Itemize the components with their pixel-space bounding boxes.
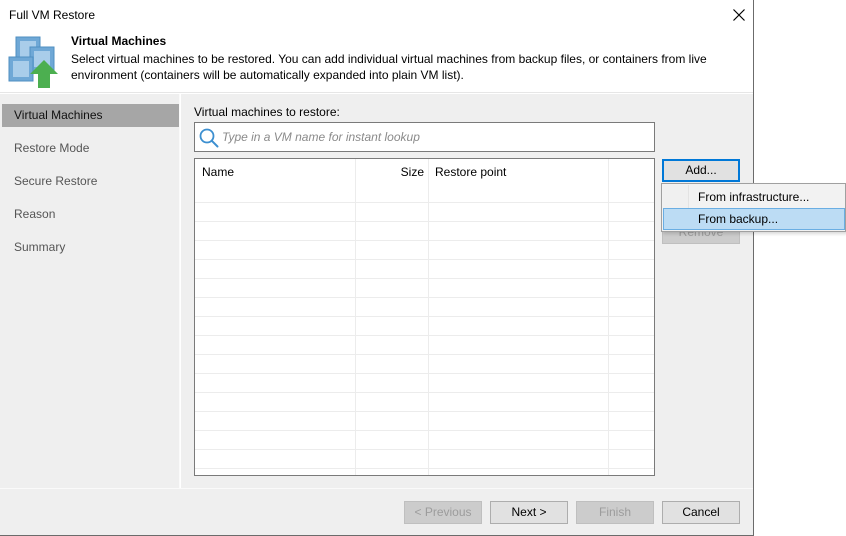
step-description: Select virtual machines to be restored. …: [71, 52, 707, 82]
menu-item-from-backup[interactable]: From backup...: [663, 208, 845, 230]
step-title: Virtual Machines: [71, 34, 167, 48]
full-vm-restore-dialog: Full VM Restore Virtual Machines Select …: [0, 0, 754, 536]
vm-table[interactable]: Name Size Restore point: [194, 158, 655, 476]
finish-button[interactable]: Finish: [576, 501, 654, 524]
vm-list-label: Virtual machines to restore:: [194, 105, 340, 119]
title-bar: Full VM Restore: [0, 0, 753, 30]
column-divider: [428, 159, 429, 475]
wizard-steps-sidebar: Virtual Machines Restore Mode Secure Res…: [0, 94, 180, 488]
table-row-line: [195, 297, 654, 298]
table-row-line: [195, 392, 654, 393]
wizard-footer: < Previous Next > Finish Cancel: [0, 488, 753, 535]
close-button[interactable]: [726, 2, 752, 28]
table-row-line: [195, 278, 654, 279]
table-row-line: [195, 221, 654, 222]
window-title: Full VM Restore: [9, 8, 96, 22]
table-row-line: [195, 316, 654, 317]
close-icon: [733, 9, 745, 21]
table-row-line: [195, 468, 654, 469]
column-header-size[interactable]: Size: [355, 159, 424, 184]
vm-restore-icon: [8, 36, 58, 88]
table-row-line: [195, 202, 654, 203]
column-divider: [608, 159, 609, 475]
previous-button[interactable]: < Previous: [404, 501, 482, 524]
next-button[interactable]: Next >: [490, 501, 568, 524]
column-header-name[interactable]: Name: [202, 159, 234, 184]
sidebar-item-reason[interactable]: Reason: [2, 203, 179, 226]
table-row-line: [195, 240, 654, 241]
sidebar-item-summary[interactable]: Summary: [2, 236, 179, 259]
column-header-restore-point[interactable]: Restore point: [435, 159, 506, 184]
vm-search-input[interactable]: [222, 123, 642, 151]
table-row-line: [195, 411, 654, 412]
table-row-line: [195, 259, 654, 260]
menu-item-from-infrastructure[interactable]: From infrastructure...: [663, 186, 845, 208]
vm-search-box[interactable]: [194, 122, 655, 152]
sidebar-item-secure-restore[interactable]: Secure Restore: [2, 170, 179, 193]
table-row-line: [195, 449, 654, 450]
add-button[interactable]: Add...: [662, 159, 740, 182]
cancel-button[interactable]: Cancel: [662, 501, 740, 524]
column-divider: [355, 159, 356, 475]
add-dropdown-menu: From infrastructure... From backup...: [661, 183, 846, 232]
wizard-header: Virtual Machines Select virtual machines…: [0, 30, 753, 93]
table-row-line: [195, 354, 654, 355]
table-row-line: [195, 430, 654, 431]
table-row-line: [195, 373, 654, 374]
main-panel: Virtual machines to restore: Name Size R…: [181, 94, 753, 488]
table-row-line: [195, 335, 654, 336]
table-header: Name Size Restore point: [195, 159, 654, 184]
sidebar-item-virtual-machines[interactable]: Virtual Machines: [2, 104, 179, 127]
search-icon: [199, 128, 219, 148]
sidebar-item-restore-mode[interactable]: Restore Mode: [2, 137, 179, 160]
